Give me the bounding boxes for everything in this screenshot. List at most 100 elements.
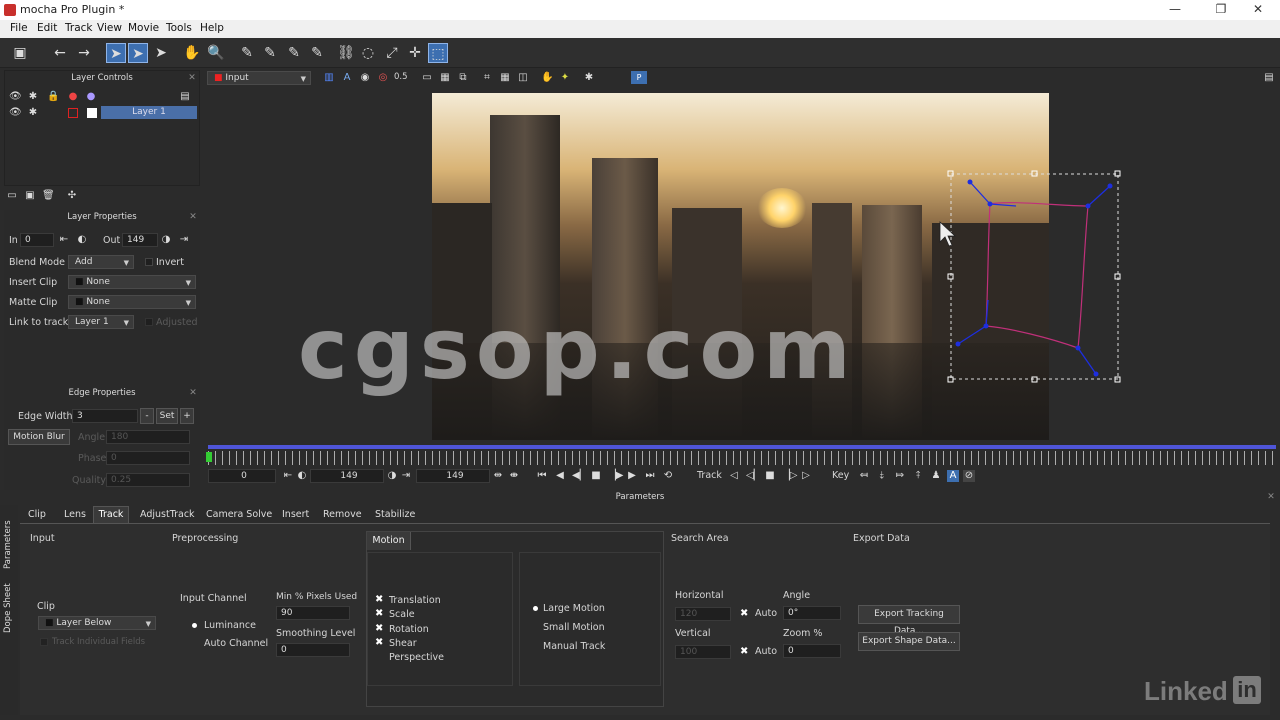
alpha-channel-icon[interactable]: A (341, 72, 353, 84)
next-key-icon[interactable]: ⤇ (894, 470, 906, 482)
redo-icon[interactable]: → (74, 43, 94, 63)
minimize-button[interactable]: — (1160, 2, 1190, 18)
matte-swatch[interactable] (87, 108, 97, 118)
tab-parameters[interactable]: Parameters (3, 513, 15, 569)
adjusted-checkbox[interactable] (145, 318, 153, 326)
invert-checkbox[interactable] (145, 258, 153, 266)
layer-visibility-icon[interactable]: 👁 (9, 107, 22, 119)
track-individual-fields-checkbox[interactable] (40, 638, 48, 646)
hand-view-icon[interactable]: ✋ (541, 72, 553, 84)
layer-menu-icon[interactable]: ▤ (179, 91, 191, 103)
tracking-spline-overlay[interactable] (930, 160, 1130, 390)
out-point-toggle-icon[interactable]: ◑ (386, 470, 398, 482)
stop-icon[interactable]: ■ (590, 470, 602, 482)
min-pixels-field[interactable]: 90 (276, 606, 350, 620)
phase-field[interactable]: 0 (106, 451, 190, 465)
gear-icon[interactable]: ✱ (27, 91, 39, 103)
bezier-add-icon[interactable]: ✎ (307, 43, 327, 63)
horizontal-auto-checkbox[interactable]: ✖ (740, 608, 748, 619)
new-folder-icon[interactable]: ▭ (6, 190, 18, 202)
delete-icon[interactable]: 🗑 (42, 190, 55, 202)
zoom-field[interactable]: 0 (783, 644, 841, 658)
translation-checkbox[interactable]: ✖ (375, 594, 383, 605)
timeline-ruler[interactable] (208, 451, 1276, 465)
clip-select[interactable]: ■ Layer Below ▼ (38, 616, 156, 630)
tab-track[interactable]: Track (93, 506, 129, 523)
xspline-add-icon[interactable]: ✎ (260, 43, 280, 63)
large-motion-radio[interactable] (533, 606, 538, 611)
current-frame-field[interactable]: 0 (208, 469, 276, 483)
pan-hand-icon[interactable]: ✋ (182, 43, 202, 63)
in-field[interactable]: 0 (20, 233, 54, 247)
play-back-icon[interactable]: ◀ (554, 470, 566, 482)
insert-clip-select[interactable]: ■ None ▼ (68, 275, 196, 289)
luminance-icon[interactable]: ◉ (359, 72, 371, 84)
set-in-point-icon[interactable]: ⇤ (282, 470, 294, 482)
duplicate-layer-icon[interactable]: ▣ (24, 190, 36, 202)
in-point-toggle-icon[interactable]: ◐ (296, 470, 308, 482)
matte-clip-select[interactable]: ■ None ▼ (68, 295, 196, 309)
step-back-icon[interactable]: ◀▏ (572, 470, 587, 482)
angle-field[interactable]: 0° (783, 606, 841, 620)
mesh-icon[interactable]: ▦ (499, 72, 511, 84)
vertical-auto-checkbox[interactable]: ✖ (740, 646, 748, 657)
close-icon[interactable]: ✕ (188, 212, 198, 222)
tab-dope-sheet[interactable]: Dope Sheet (3, 577, 15, 633)
select-add-tool-icon[interactable]: ➤ (151, 43, 171, 63)
set-in-icon[interactable]: ⇤ (58, 234, 70, 246)
grid-icon[interactable]: ▦ (439, 72, 451, 84)
track-forward-icon[interactable]: ▷ (800, 470, 812, 482)
track-step-forward-icon[interactable]: ▕▷ (782, 470, 797, 482)
xspline-tool-icon[interactable]: ✎ (237, 43, 257, 63)
track-back-icon[interactable]: ◁ (728, 470, 740, 482)
layer-color-swatch[interactable] (68, 108, 78, 118)
shear-checkbox[interactable]: ✖ (375, 637, 383, 648)
surface-view-icon[interactable]: ◫ (517, 72, 529, 84)
zoom-icon[interactable]: 🔍 (206, 43, 226, 63)
tab-adjust-track[interactable]: AdjustTrack (140, 509, 195, 523)
scale-checkbox[interactable]: ✖ (375, 608, 383, 619)
auto-key-icon[interactable]: ♟ (930, 470, 942, 482)
feature-icon[interactable]: ✦ (559, 72, 571, 84)
close-button[interactable]: ✕ (1243, 2, 1273, 18)
menu-help[interactable]: Help (200, 22, 224, 34)
menu-edit[interactable]: Edit (37, 22, 57, 34)
expand-icon[interactable]: ✣ (66, 190, 78, 202)
menu-view[interactable]: View (97, 22, 122, 34)
menu-tools[interactable]: Tools (166, 22, 192, 34)
tab-clip[interactable]: Clip (28, 509, 46, 523)
stabilize-view-icon[interactable]: ⧉ (457, 72, 469, 84)
playhead-marker[interactable] (206, 452, 212, 462)
surface-tool-icon[interactable]: ⬚ (428, 43, 448, 63)
lock-icon[interactable]: 🔒 (47, 91, 59, 103)
zoom-timeline-icon[interactable]: ⇼ (508, 470, 520, 482)
out-field[interactable]: 149 (122, 233, 158, 247)
perspective-label[interactable]: Perspective (389, 652, 444, 663)
proxy-button[interactable]: P (631, 71, 647, 84)
move-icon[interactable]: ✛ (405, 43, 425, 63)
in-keyframe-icon[interactable]: ◐ (76, 234, 88, 246)
edge-width-plus-button[interactable]: + (180, 408, 194, 424)
export-shape-data-button[interactable]: Export Shape Data... (858, 632, 960, 651)
track-stop-icon[interactable]: ■ (764, 470, 776, 482)
small-motion-label[interactable]: Small Motion (543, 622, 605, 633)
zoom-value[interactable]: 0.5 (394, 72, 408, 82)
menu-movie[interactable]: Movie (128, 22, 159, 34)
clip-view-select[interactable]: ■ Input ▼ (207, 71, 311, 85)
edge-width-set-button[interactable]: Set (156, 408, 178, 424)
add-key-icon[interactable]: ⤈ (876, 470, 888, 482)
link-icon[interactable]: ⛓ (336, 43, 356, 63)
motion-section-tab[interactable]: Motion (367, 532, 411, 550)
monitor-icon[interactable]: ▭ (421, 72, 433, 84)
set-out-point-icon[interactable]: ⇥ (400, 470, 412, 482)
color-wheel-icon[interactable]: ● (67, 91, 79, 103)
settings-icon[interactable]: ✱ (583, 72, 595, 84)
vertical-field[interactable]: 100 (675, 645, 731, 659)
layer-gear-icon[interactable]: ✱ (27, 107, 39, 119)
tab-camera-solve[interactable]: Camera Solve (206, 509, 272, 523)
out-keyframe-icon[interactable]: ◑ (160, 234, 172, 246)
menu-track[interactable]: Track (65, 22, 92, 34)
layer-row-layer-1[interactable]: Layer 1 (101, 106, 197, 119)
horizontal-field[interactable]: 120 (675, 607, 731, 621)
step-forward-icon[interactable]: ▕▶ (608, 470, 623, 482)
